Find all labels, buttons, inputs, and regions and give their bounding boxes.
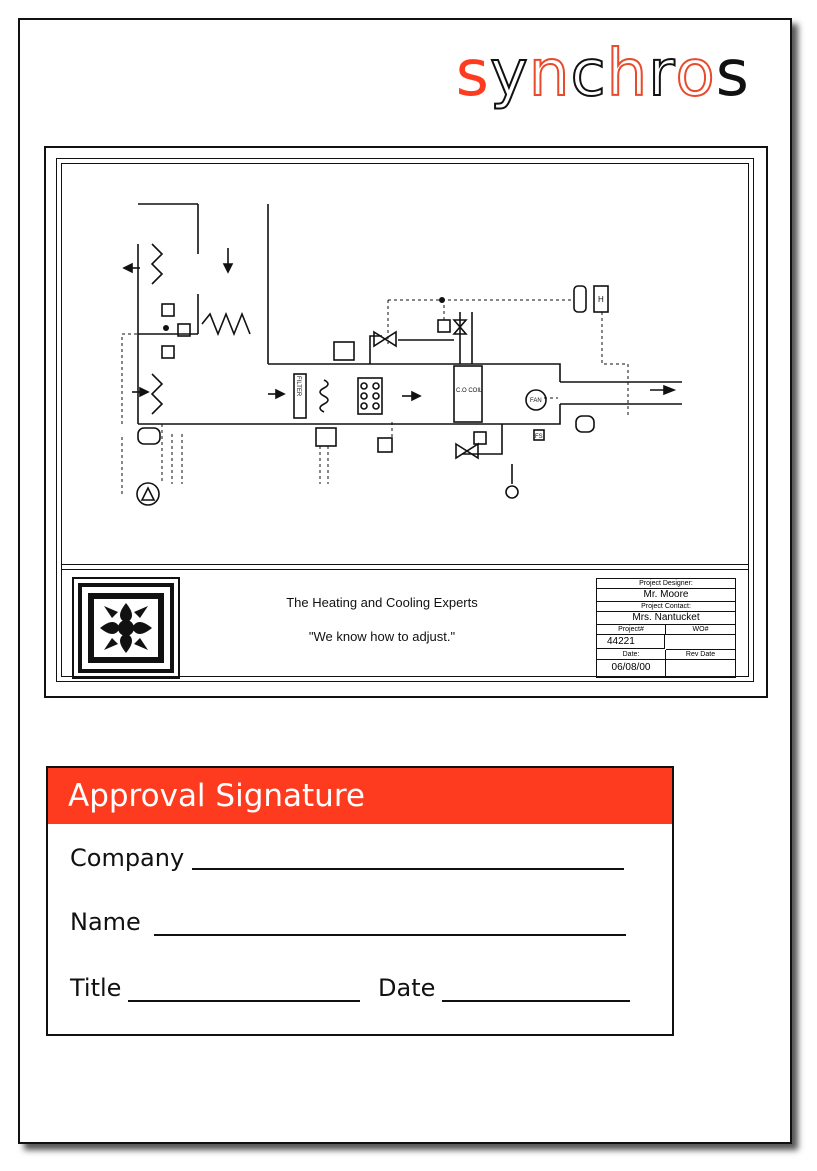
logo-letter: s (715, 37, 750, 111)
approval-signature-box: Approval Signature Company Name Title Da… (46, 766, 674, 1036)
logo-letter: r (647, 37, 676, 111)
company-motto: "We know how to adjust." (308, 629, 456, 644)
title-block-rule (62, 569, 748, 570)
approval-title: Approval Signature (48, 768, 672, 824)
synchros-logo: synchros (455, 37, 750, 111)
project-info-table: Project Designer: Mr. Moore Project Cont… (596, 578, 736, 678)
logo-letter: o (674, 37, 716, 111)
title-signature-line[interactable] (128, 1000, 360, 1002)
coil-label: C.O COIL (456, 388, 483, 394)
company-signature-line[interactable] (192, 868, 624, 870)
contact-label: Project Contact: (597, 602, 735, 612)
hvac-schematic: FILTER C.O COIL FAN FS H (121, 203, 682, 506)
title-label: Title (70, 974, 122, 1002)
logo-letter: c (569, 37, 607, 111)
name-signature-line[interactable] (154, 934, 626, 936)
date-signature-line[interactable] (442, 1000, 630, 1002)
wo-value (666, 635, 735, 650)
name-label: Name (70, 908, 141, 936)
logo-letter: n (528, 37, 571, 111)
logo-letter: h (606, 37, 649, 111)
document-page: synchros FILTER C.O COIL FAN FS H The He… (18, 18, 792, 1144)
wo-label: WO# (666, 625, 735, 635)
title-block: The Heating and Cooling Experts "We know… (62, 564, 748, 679)
company-tagline: The Heating and Cooling Experts (286, 595, 478, 610)
fan-label: FAN (530, 398, 542, 404)
date-field-label: Date (378, 974, 436, 1002)
date-value: 06/08/00 (597, 660, 666, 676)
date-label: Date: (597, 650, 666, 660)
drawing-frame: FILTER C.O COIL FAN FS H The Heating and… (61, 163, 749, 679)
logo-letter: y (489, 37, 529, 111)
company-label: Company (70, 844, 185, 872)
drawing-border: FILTER C.O COIL FAN FS H The Heating and… (56, 158, 754, 682)
fs-label: FS (535, 434, 543, 440)
contact-value: Mrs. Nantucket (597, 612, 735, 625)
hvac-drawing-sheet: FILTER C.O COIL FAN FS H The Heating and… (44, 146, 768, 698)
project-number-label: Project# (597, 625, 666, 635)
designer-label: Project Designer: (597, 579, 735, 589)
ornament-icon (78, 583, 174, 673)
filter-label: FILTER (295, 376, 301, 397)
designer-value: Mr. Moore (597, 589, 735, 602)
rev-date-label: Rev Date (666, 650, 735, 660)
h-label: H (598, 295, 604, 304)
logo-letter: s (455, 37, 490, 111)
project-number-value: 44221 (597, 635, 665, 649)
ornament-logo (72, 577, 180, 679)
